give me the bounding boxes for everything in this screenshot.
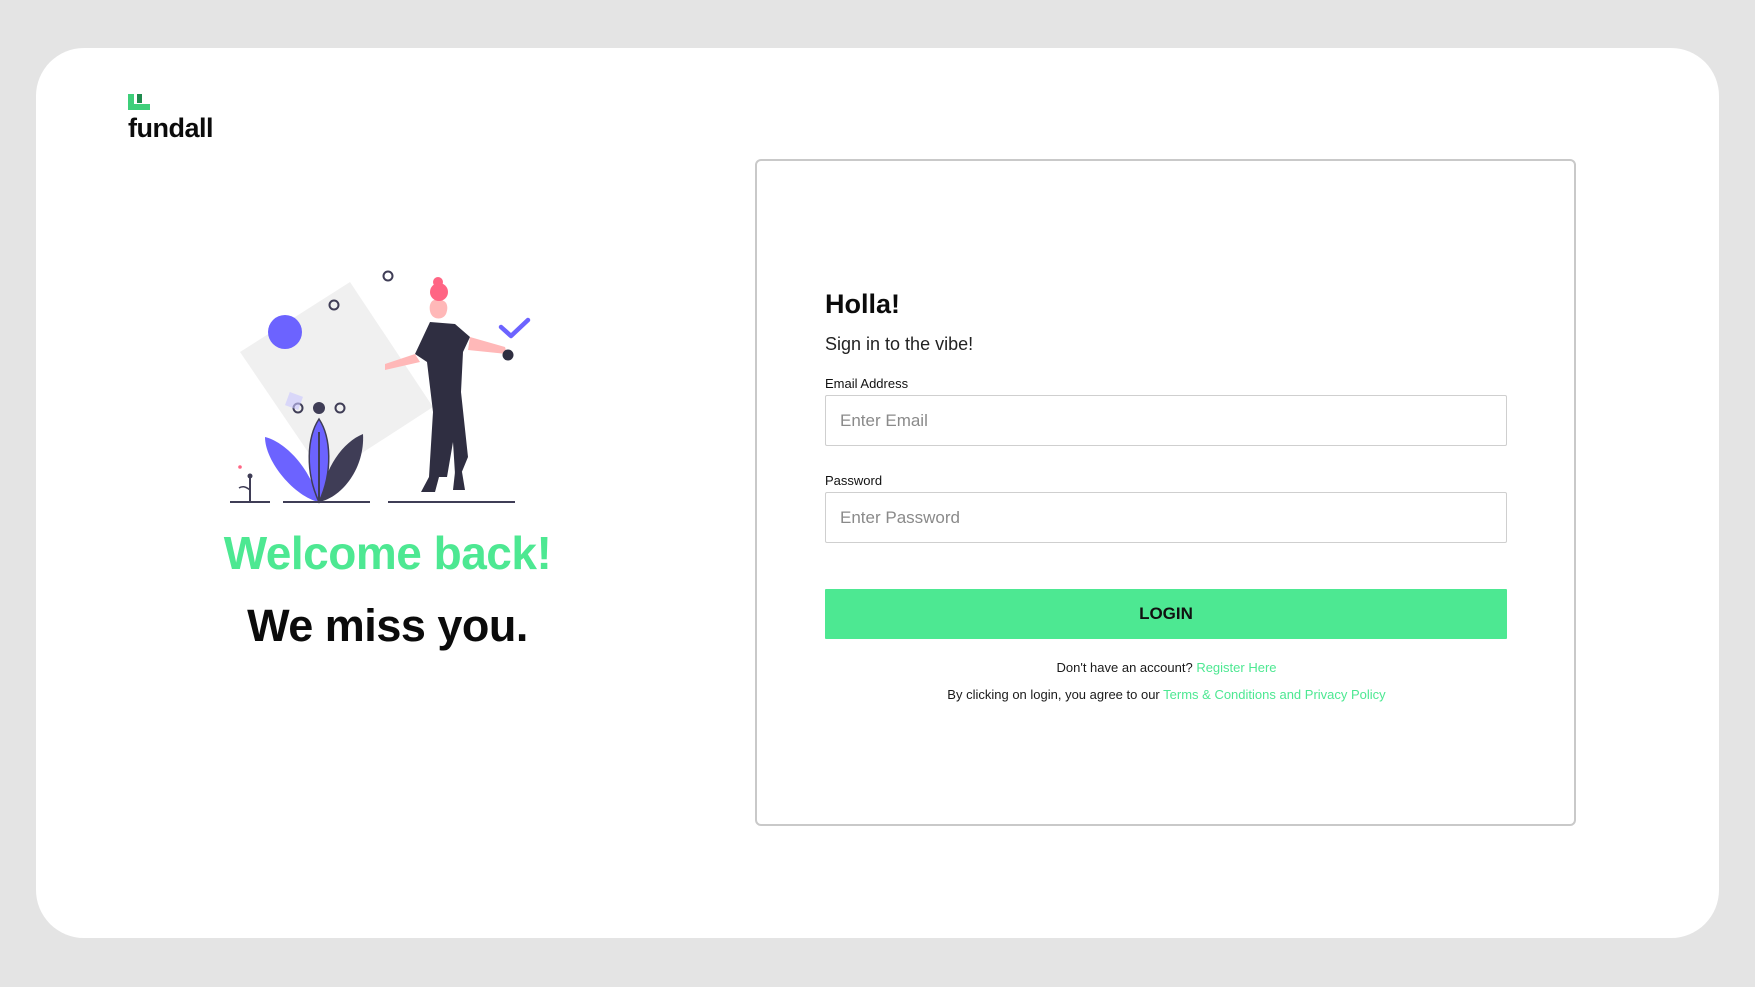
logo-wordmark: fundall [128,113,214,143]
register-prompt-text: Don't have an account? [1056,660,1193,675]
purple-dot-icon [268,315,302,349]
email-field[interactable] [825,395,1507,446]
terms-line: By clicking on login, you agree to our T… [825,687,1508,702]
password-field[interactable] [825,492,1507,543]
terms-link[interactable]: Terms & Conditions and Privacy Policy [1163,687,1386,702]
fundall-logo-mark-icon [128,94,150,110]
email-label: Email Address [825,376,909,391]
login-form-panel: Holla! Sign in to the vibe! Email Addres… [755,159,1576,826]
woman-checklist-illustration [230,270,531,504]
form-subtitle: Sign in to the vibe! [825,334,974,354]
register-link[interactable]: Register Here [1196,660,1276,675]
check-icon [498,317,531,339]
terms-prefix-text: By clicking on login, you agree to our [947,687,1160,702]
welcome-heading: Welcome back! [223,527,552,579]
fundall-logo[interactable]: fundall [128,94,238,144]
register-prompt-line: Don't have an account? Register Here [825,660,1508,675]
login-button[interactable]: LOGIN [825,589,1507,639]
login-form: Holla! Sign in to the vibe! Email Addres… [825,289,1508,702]
password-label: Password [825,473,883,488]
form-greeting: Holla! [825,289,901,319]
miss-you-message: We miss you. [247,600,528,651]
